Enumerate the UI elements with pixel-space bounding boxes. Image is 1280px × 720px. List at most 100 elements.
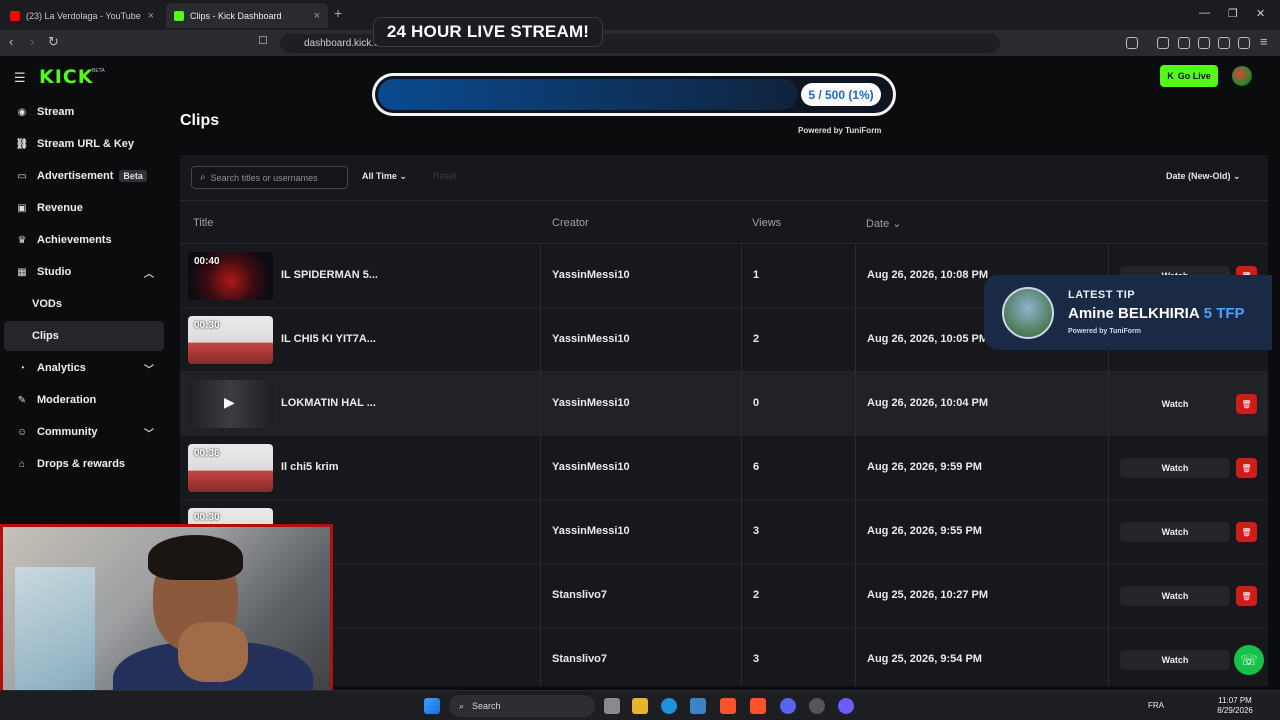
sidebar-item-label: Achievements [37, 234, 112, 246]
go-live-button[interactable]: K Go Live [1160, 65, 1218, 87]
sidebar-icon[interactable] [1178, 37, 1190, 49]
table-row[interactable]: ▶ LOKMATIN HAL ... YassinMessi10 0 Aug 26, 2… [180, 372, 1268, 436]
taskbar-search[interactable]: ⌕ Search [449, 695, 595, 717]
forward-icon[interactable]: › [30, 34, 34, 49]
discord-icon[interactable] [780, 698, 796, 714]
clip-thumbnail[interactable]: 00:40 [188, 252, 273, 300]
obs-icon[interactable] [838, 698, 854, 714]
app-icon[interactable] [809, 698, 825, 714]
maximize-button[interactable]: ❐ [1228, 7, 1238, 20]
clip-date: Aug 25, 2026, 10:27 PM [867, 589, 989, 601]
clock[interactable]: 11:07 PM 8/29/2026 [1210, 696, 1260, 716]
tab-label: (23) La Verdolaga - YouTube [26, 10, 141, 21]
time-filter-dropdown[interactable]: All Time ⌄ [362, 171, 407, 182]
back-icon[interactable]: ‹ [9, 34, 13, 49]
table-row[interactable]: Stanslivo73Aug 25, 2026, 9:54 PMWatch🗑 [180, 628, 1268, 686]
goal-progress-fill [378, 79, 798, 110]
sidebar-item-label: Revenue [37, 202, 83, 214]
reset-button[interactable]: Reset [433, 171, 457, 181]
column-divider [1108, 628, 1109, 686]
brave-icon[interactable] [720, 698, 736, 714]
chart-icon: ◔ [18, 362, 26, 374]
column-header-date[interactable]: Date ⌄ [866, 217, 902, 230]
close-window-button[interactable]: ✕ [1256, 7, 1265, 20]
ad-icon: ▭ [17, 170, 27, 182]
language-indicator[interactable]: FRA [1148, 701, 1164, 710]
sidebar-item-community[interactable]: ☺ Community ﹀ [4, 417, 164, 447]
webcam-feed [0, 524, 333, 714]
clip-date: Aug 25, 2026, 9:54 PM [867, 653, 982, 665]
avatar[interactable] [1232, 66, 1252, 86]
menu-icon[interactable]: ≡ [1260, 34, 1268, 49]
clip-creator: YassinMessi10 [552, 525, 630, 537]
sidebar-item-drops[interactable]: ⌂ Drops & rewards [4, 449, 164, 479]
goal-progress-bar: 5 / 500 (1%) [372, 73, 896, 116]
close-icon[interactable]: × [314, 10, 320, 22]
logo-beta-tag: BETA [92, 68, 105, 74]
clip-thumbnail[interactable]: 00:30 [188, 316, 273, 364]
edge-icon[interactable] [661, 698, 677, 714]
kick-logo[interactable]: KICK [39, 66, 93, 88]
sidebar-item-clips[interactable]: Clips [4, 321, 164, 351]
watch-button[interactable]: Watch [1120, 522, 1230, 542]
clip-date: Aug 26, 2026, 10:04 PM [867, 397, 989, 409]
tip-amount: 5 TFP [1203, 305, 1245, 322]
table-row[interactable]: aa dracoStanslivo72Aug 25, 2026, 10:27 P… [180, 564, 1268, 628]
clip-thumbnail[interactable]: ▶ [188, 380, 273, 428]
tab-youtube[interactable]: (23) La Verdolaga - YouTube × [2, 3, 162, 28]
help-chat-icon[interactable]: ☏ [1234, 645, 1264, 675]
column-divider [741, 308, 742, 372]
delete-icon[interactable]: 🗑 [1236, 522, 1257, 542]
shield-icon[interactable] [1238, 37, 1250, 49]
watch-button[interactable]: Watch [1120, 650, 1230, 670]
tab-kick-dashboard[interactable]: Clips - Kick Dashboard × [166, 3, 328, 28]
minimize-button[interactable]: — [1199, 7, 1210, 19]
music-icon[interactable] [1157, 37, 1169, 49]
watch-button[interactable]: Watch [1120, 458, 1230, 478]
clip-views: 1 [753, 269, 760, 281]
column-divider [1108, 564, 1109, 628]
sidebar-item-achievements[interactable]: ♛ Achievements [4, 225, 164, 255]
sort-dropdown[interactable]: Date (New-Old) ⌄ [1166, 171, 1241, 182]
delete-icon[interactable]: 🗑 [1236, 586, 1257, 606]
file-explorer-icon[interactable] [632, 698, 648, 714]
new-tab-button[interactable]: + [334, 5, 342, 21]
sidebar-item-vods[interactable]: VODs [4, 289, 164, 319]
hamburger-icon[interactable]: ☰ [14, 70, 26, 86]
wallet-icon[interactable] [1198, 37, 1210, 49]
tab-label: Clips - Kick Dashboard [190, 10, 282, 21]
brave-active-icon[interactable] [750, 698, 766, 714]
webcam-shelf [15, 567, 95, 697]
table-row[interactable]: 00:30Bodwa ...YassinMessi103Aug 26, 2026… [180, 500, 1268, 564]
bookmark-icon[interactable]: ☐ [258, 34, 268, 47]
column-header-creator: Creator [552, 217, 589, 229]
clip-views: 2 [753, 589, 760, 601]
task-view-icon[interactable] [604, 698, 620, 714]
column-divider [741, 628, 742, 686]
reload-icon[interactable]: ↻ [48, 34, 59, 50]
column-divider [855, 564, 856, 628]
sidebar-item-analytics[interactable]: ◔ Analytics ﹀ [4, 353, 164, 383]
store-icon[interactable] [690, 698, 706, 714]
sidebar-item-stream-url[interactable]: ⛓ Stream URL & Key [4, 129, 164, 159]
close-icon[interactable]: × [148, 10, 154, 22]
clip-thumbnail[interactable]: 00:36 [188, 444, 273, 492]
page-title: Clips [180, 112, 220, 129]
table-row[interactable]: 00:36 Il chi5 krim YassinMessi10 6 Aug 26, 2… [180, 436, 1268, 500]
sidebar-item-stream[interactable]: ◉ Stream [4, 97, 164, 127]
leo-icon[interactable] [1218, 37, 1230, 49]
sidebar-item-revenue[interactable]: ▣ Revenue [4, 193, 164, 223]
search-input[interactable]: ⌕ Search titles or usernames [191, 166, 348, 189]
watch-button[interactable]: Watch [1120, 586, 1230, 606]
play-icon[interactable]: ▶ [224, 394, 235, 411]
watch-button[interactable]: Watch [1120, 394, 1230, 414]
people-icon: ☺ [16, 426, 28, 438]
windows-start-icon[interactable] [424, 698, 440, 714]
delete-icon[interactable]: 🗑 [1236, 458, 1257, 478]
sidebar-item-studio[interactable]: ▦ Studio ︿ [4, 257, 164, 287]
extension-icon[interactable] [1126, 37, 1138, 49]
stream-title-banner: 24 HOUR LIVE STREAM! [373, 17, 603, 47]
sidebar-item-moderation[interactable]: ✎ Moderation [4, 385, 164, 415]
delete-icon[interactable]: 🗑 [1236, 394, 1257, 414]
sidebar-item-advertisement[interactable]: ▭ Advertisement Beta [4, 161, 164, 191]
